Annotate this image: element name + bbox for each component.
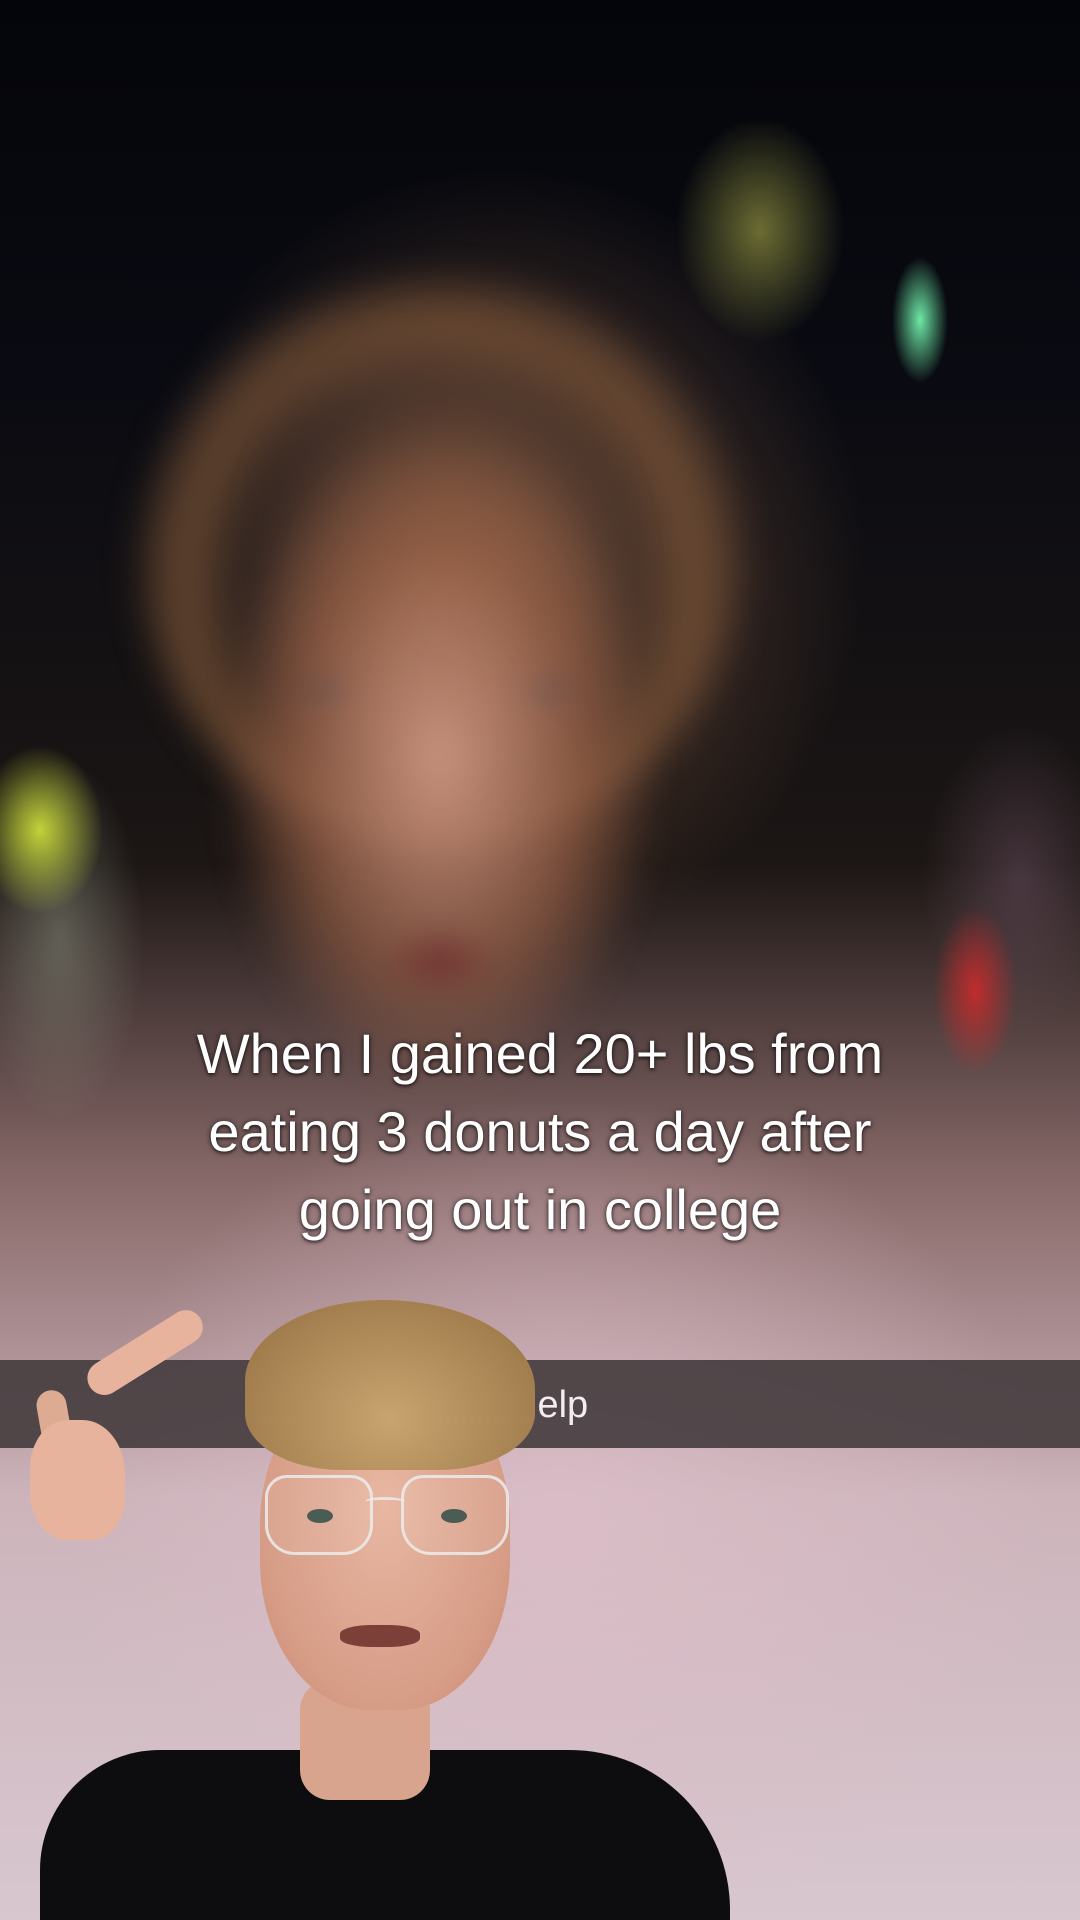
creator-hair bbox=[245, 1300, 535, 1470]
blurred-face bbox=[170, 300, 690, 1080]
glasses-icon bbox=[265, 1475, 509, 1555]
creator-eye-right bbox=[441, 1509, 467, 1523]
video-caption: When I gained 20+ lbs from eating 3 donu… bbox=[196, 1022, 884, 1241]
pointing-hand-icon bbox=[30, 1303, 210, 1540]
video-stage[interactable]: When I gained 20+ lbs from eating 3 donu… bbox=[0, 0, 1080, 1920]
palm bbox=[30, 1420, 125, 1540]
pointing-finger bbox=[80, 1303, 210, 1402]
creator-greenscreen-overlay bbox=[30, 1300, 730, 1920]
glasses-bridge bbox=[365, 1497, 405, 1506]
creator-eye-left bbox=[307, 1509, 333, 1523]
creator-mouth bbox=[340, 1625, 420, 1647]
